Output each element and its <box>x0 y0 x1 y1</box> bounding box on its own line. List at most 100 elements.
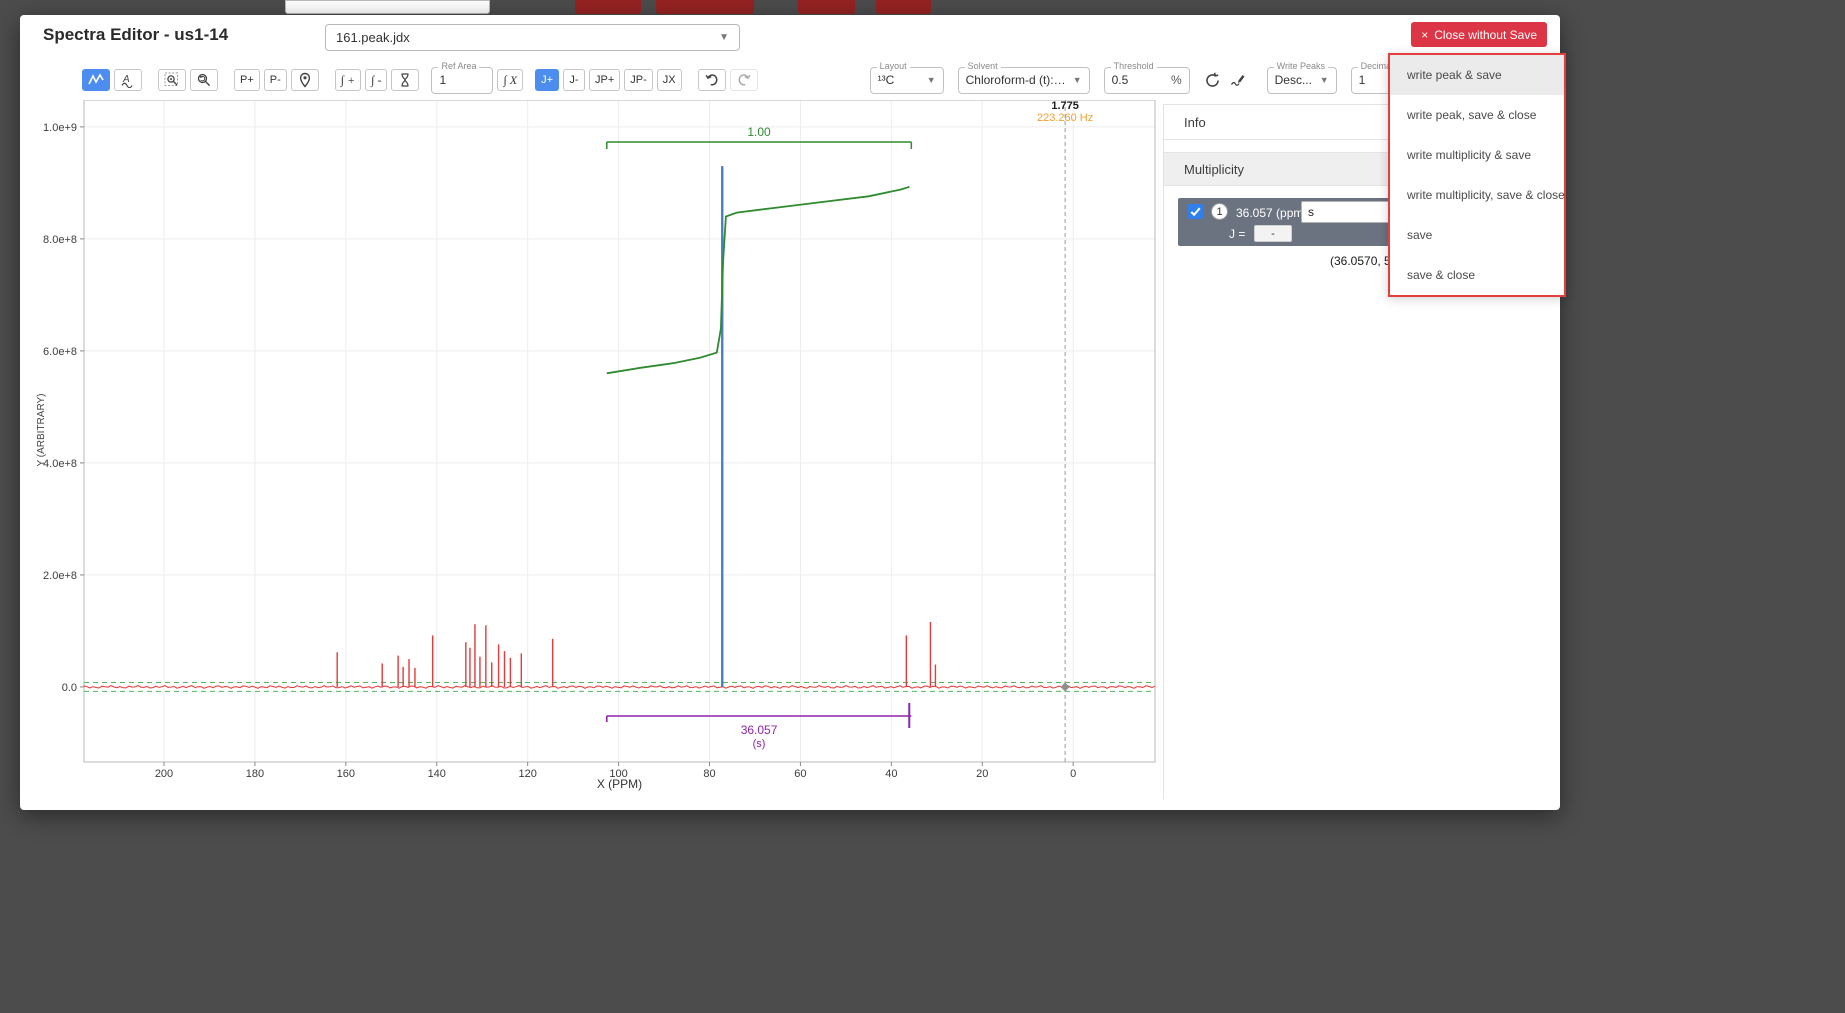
solvent-value: Chloroform-d (t): 7... <box>966 73 1068 87</box>
svg-text:200: 200 <box>155 768 173 780</box>
refresh-button[interactable] <box>1202 69 1223 91</box>
chevron-down-icon: ▼ <box>1315 75 1329 85</box>
multiplet-label: 36.057 <box>741 723 778 737</box>
j-label: J = <box>1229 227 1245 241</box>
crosshair-hz-label: 223.260 Hz <box>1037 112 1093 124</box>
layout-label: Layout <box>877 61 910 71</box>
info-header-label: Info <box>1184 115 1206 130</box>
threshold-field[interactable]: Threshold % <box>1104 67 1190 94</box>
file-select[interactable]: 161.peak.jdx ▼ <box>325 24 740 51</box>
close-icon: × <box>1421 28 1428 42</box>
menu-item-save[interactable]: save <box>1390 215 1564 255</box>
pin-icon <box>297 72 313 88</box>
crosshair-ppm-label: 1.775 <box>1051 100 1079 112</box>
layout-value: ¹³C <box>878 73 922 87</box>
x-axis-label: X (PPM) <box>597 777 642 791</box>
cut-off-button-2[interactable] <box>656 0 754 14</box>
svg-text:8.0e+8: 8.0e+8 <box>43 234 77 246</box>
undo-button[interactable] <box>698 69 726 91</box>
svg-text:0: 0 <box>1070 768 1076 780</box>
svg-text:0.0: 0.0 <box>62 682 77 694</box>
multiplet-checkbox[interactable] <box>1188 204 1203 219</box>
menu-item-save-close[interactable]: save & close <box>1390 255 1564 295</box>
j-value-box[interactable]: - <box>1254 225 1292 242</box>
svg-text:4.0e+8: 4.0e+8 <box>43 458 77 470</box>
menu-item-write-peak-save[interactable]: write peak & save <box>1390 55 1564 95</box>
ref-area-field[interactable]: Ref Area <box>431 67 493 94</box>
spectrum-chart[interactable]: 1.0036.057(s)1.775223.260 Hz200180160140… <box>34 100 1162 812</box>
decimal-value: 1 <box>1359 73 1383 87</box>
svg-text:120: 120 <box>518 768 536 780</box>
ref-area-input[interactable] <box>439 73 485 87</box>
cut-off-button-3[interactable] <box>798 0 855 14</box>
auto-peak-picking-button[interactable]: A <box>114 69 142 91</box>
save-options-menu: write peak & save write peak, save & clo… <box>1388 53 1566 297</box>
svg-text:160: 160 <box>337 768 355 780</box>
jp-add-button[interactable]: JP+ <box>589 69 620 91</box>
peaks-add-button[interactable]: P+ <box>234 69 260 91</box>
cut-off-button-4[interactable] <box>876 0 931 14</box>
page-title: Spectra Editor - us1-14 <box>43 25 228 45</box>
chevron-down-icon: ▼ <box>922 75 936 85</box>
svg-text:140: 140 <box>428 768 446 780</box>
redo-icon <box>736 72 752 88</box>
multiplet-type: (s) <box>753 738 766 750</box>
pin-tool-button[interactable] <box>291 69 319 91</box>
svg-text:60: 60 <box>794 768 806 780</box>
integral-clear-button[interactable]: ∫ X <box>497 69 523 91</box>
zoom-in-icon <box>164 72 180 88</box>
spectra-editor-modal: Spectra Editor - us1-14 161.peak.jdx ▼ ×… <box>20 15 1560 810</box>
line-chart-tool-button[interactable] <box>82 69 110 91</box>
multiplet-index-badge: 1 <box>1211 203 1228 220</box>
cut-off-button-1[interactable] <box>575 0 641 14</box>
peaks-remove-button[interactable]: P- <box>264 69 287 91</box>
auto-peaks-icon: A <box>120 72 136 88</box>
svg-text:2.0e+8: 2.0e+8 <box>43 570 77 582</box>
solvent-label: Solvent <box>965 61 1001 71</box>
solvent-select[interactable]: Solvent Chloroform-d (t): 7... ▼ <box>958 67 1090 94</box>
hourglass-button[interactable] <box>391 69 419 91</box>
write-assignment-button[interactable] <box>1227 69 1249 91</box>
refresh-icon <box>1204 72 1221 89</box>
undo-icon <box>704 72 720 88</box>
j-add-button[interactable]: J+ <box>535 69 559 91</box>
redo-button[interactable] <box>730 69 758 91</box>
svg-text:6.0e+8: 6.0e+8 <box>43 346 77 358</box>
file-select-value: 161.peak.jdx <box>336 30 410 45</box>
threshold-label: Threshold <box>1111 61 1157 71</box>
jp-remove-button[interactable]: JP- <box>624 69 653 91</box>
y-axis-label: Y (ARBITRARY) <box>36 394 47 467</box>
layout-select[interactable]: Layout ¹³C ▼ <box>870 67 944 94</box>
zoom-reset-icon <box>196 72 212 88</box>
ref-area-label: Ref Area <box>438 61 479 71</box>
close-without-save-button[interactable]: × Close without Save <box>1411 22 1547 47</box>
multiplicity-header-label: Multiplicity <box>1184 162 1244 177</box>
menu-item-write-multiplicity-save-close[interactable]: write multiplicity, save & close <box>1390 175 1564 215</box>
integral-add-button[interactable]: ∫ + <box>335 69 361 91</box>
menu-item-write-multiplicity-save[interactable]: write multiplicity & save <box>1390 135 1564 175</box>
write-peaks-label: Write Peaks <box>1274 61 1328 71</box>
svg-text:180: 180 <box>246 768 264 780</box>
jx-button[interactable]: JX <box>657 69 682 91</box>
write-peaks-value: Desc... <box>1275 73 1315 87</box>
integral-remove-button[interactable]: ∫ - <box>365 69 387 91</box>
close-label: Close without Save <box>1434 28 1537 42</box>
zoom-reset-button[interactable] <box>190 69 218 91</box>
write-peaks-select[interactable]: Write Peaks Desc... ▼ <box>1267 67 1337 94</box>
j-remove-button[interactable]: J- <box>563 69 585 91</box>
threshold-input[interactable] <box>1112 73 1146 87</box>
cut-off-input[interactable] <box>285 0 490 14</box>
chevron-down-icon: ▼ <box>719 32 729 43</box>
threshold-suffix: % <box>1165 73 1182 87</box>
hourglass-icon <box>397 72 413 88</box>
svg-text:80: 80 <box>703 768 715 780</box>
crosshair-marker <box>1061 682 1070 691</box>
check-icon <box>1188 204 1203 219</box>
multiplet-shift: 36.057 (ppm) <box>1236 206 1307 220</box>
line-chart-icon <box>88 73 104 87</box>
svg-text:20: 20 <box>976 768 988 780</box>
menu-item-write-peak-save-close[interactable]: write peak, save & close <box>1390 95 1564 135</box>
toolbar: A P+ P- ∫ + ∫ - Ref Area ∫ X J+ J- JP+ J… <box>82 65 1459 95</box>
zoom-area-tool-button[interactable] <box>158 69 186 91</box>
svg-text:1.0e+9: 1.0e+9 <box>43 122 77 134</box>
